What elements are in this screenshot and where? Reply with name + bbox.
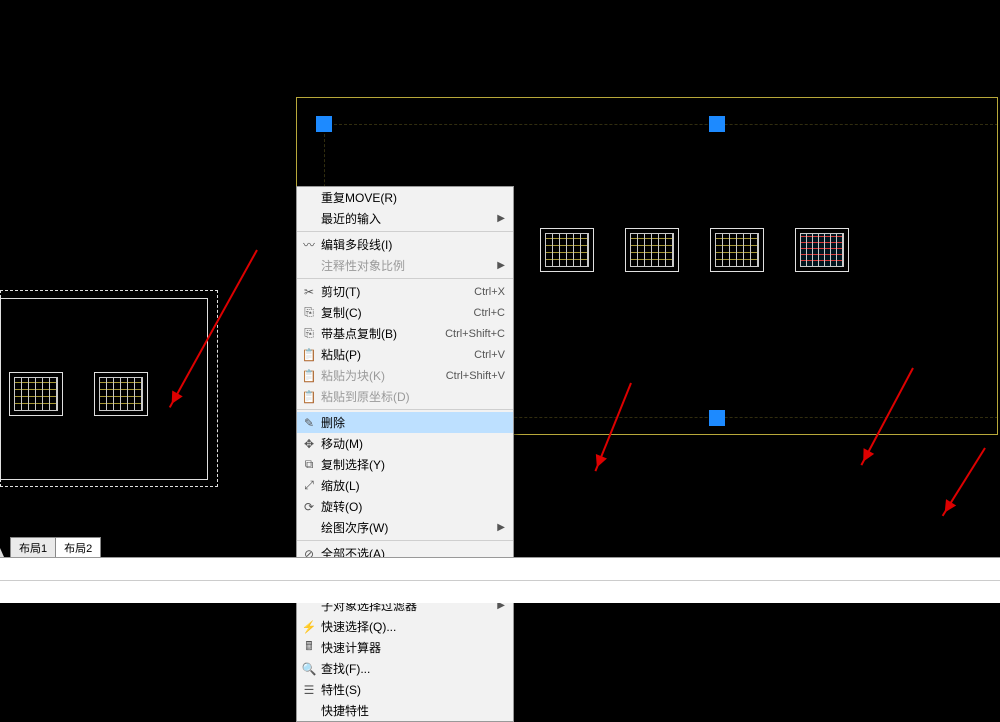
layout-tab[interactable]: 布局1 xyxy=(10,537,56,558)
grip-tr[interactable] xyxy=(709,116,725,132)
layout-tabs: 布局1布局2 xyxy=(0,540,101,558)
menu-item[interactable]: 快捷特性 xyxy=(297,700,513,721)
menu-item[interactable]: ⎘复制(C)Ctrl+C xyxy=(297,302,513,323)
menu-item[interactable]: ⎘带基点复制(B)Ctrl+Shift+C xyxy=(297,323,513,344)
menu-item-label: 注释性对象比例 xyxy=(321,257,497,274)
calc-icon: 🖩 xyxy=(297,637,321,658)
cut-icon: ✂ xyxy=(297,281,321,302)
menu-item[interactable]: ✥移动(M) xyxy=(297,433,513,454)
menu-item[interactable]: ⧉复制选择(Y) xyxy=(297,454,513,475)
menu-item-label: 移动(M) xyxy=(321,435,505,452)
annotation-arrow xyxy=(942,447,986,516)
submenu-arrow-icon: ▶ xyxy=(497,260,505,271)
menu-item-label: 粘贴(P) xyxy=(321,346,474,363)
menu-item-label: 绘图次序(W) xyxy=(321,519,497,536)
menu-item[interactable]: 绘图次序(W)▶ xyxy=(297,517,513,538)
copys-icon: ⧉ xyxy=(297,454,321,475)
menu-item: 📋粘贴为块(K)Ctrl+Shift+V xyxy=(297,365,513,386)
pline-icon: 〰 xyxy=(297,234,321,255)
menu-item[interactable]: ☰特性(S) xyxy=(297,679,513,700)
menu-item: 注释性对象比例▶ xyxy=(297,255,513,276)
menu-item-label: 重复MOVE(R) xyxy=(321,189,505,206)
qsel-icon: ⚡ xyxy=(297,616,321,637)
menu-item-label: 带基点复制(B) xyxy=(321,325,445,342)
blank-icon xyxy=(297,517,321,538)
grip-br[interactable] xyxy=(709,410,725,426)
layout-tab[interactable]: 布局2 xyxy=(55,537,101,558)
menu-item-label: 删除 xyxy=(321,414,505,431)
drawing-area[interactable]: 重复MOVE(R)最近的输入▶〰编辑多段线(I)注释性对象比例▶✂剪切(T)Ct… xyxy=(0,0,1000,607)
menu-item[interactable]: 重复MOVE(R) xyxy=(297,187,513,208)
menu-item-label: 编辑多段线(I) xyxy=(321,236,505,253)
menu-item-shortcut: Ctrl+C xyxy=(474,307,505,319)
blank-icon xyxy=(297,187,321,208)
context-menu: 重复MOVE(R)最近的输入▶〰编辑多段线(I)注释性对象比例▶✂剪切(T)Ct… xyxy=(296,186,514,722)
menu-item[interactable]: 🔍查找(F)... xyxy=(297,658,513,679)
menu-item-label: 快速计算器 xyxy=(321,639,505,656)
plan-thumb[interactable] xyxy=(710,228,764,272)
find-icon: 🔍 xyxy=(297,658,321,679)
menu-item[interactable]: ⤢缩放(L) xyxy=(297,475,513,496)
menu-item: 📋粘贴到原坐标(D) xyxy=(297,386,513,407)
menu-item[interactable]: ⚡快速选择(Q)... xyxy=(297,616,513,637)
menu-item-label: 特性(S) xyxy=(321,681,505,698)
grip-tl[interactable] xyxy=(316,116,332,132)
plan-thumb[interactable] xyxy=(94,372,148,416)
menu-item[interactable]: ✂剪切(T)Ctrl+X xyxy=(297,281,513,302)
menu-item-label: 复制(C) xyxy=(321,304,474,321)
menu-item-shortcut: Ctrl+V xyxy=(474,349,505,361)
plan-thumb[interactable] xyxy=(9,372,63,416)
menu-item-label: 查找(F)... xyxy=(321,660,505,677)
pasteb-icon: 📋 xyxy=(297,365,321,386)
command-panel[interactable] xyxy=(0,557,1000,603)
menu-item-label: 复制选择(Y) xyxy=(321,456,505,473)
menu-item-shortcut: Ctrl+Shift+C xyxy=(445,328,505,340)
menu-item[interactable]: 📋粘贴(P)Ctrl+V xyxy=(297,344,513,365)
rot-icon: ⟳ xyxy=(297,496,321,517)
menu-item-label: 粘贴到原坐标(D) xyxy=(321,388,505,405)
menu-item-shortcut: Ctrl+X xyxy=(474,286,505,298)
paste0-icon: 📋 xyxy=(297,386,321,407)
blank-icon xyxy=(297,255,321,276)
menu-item-label: 缩放(L) xyxy=(321,477,505,494)
menu-item[interactable]: ✎删除 xyxy=(297,412,513,433)
menu-item[interactable]: 最近的输入▶ xyxy=(297,208,513,229)
menu-item-label: 最近的输入 xyxy=(321,210,497,227)
submenu-arrow-icon: ▶ xyxy=(497,522,505,533)
paste-icon: 📋 xyxy=(297,344,321,365)
menu-item-shortcut: Ctrl+Shift+V xyxy=(446,370,505,382)
layout-tabs-area: 布局1布局2 xyxy=(0,540,1000,602)
submenu-arrow-icon: ▶ xyxy=(497,213,505,224)
menu-item-label: 快捷特性 xyxy=(321,702,505,719)
menu-item[interactable]: 〰编辑多段线(I) xyxy=(297,234,513,255)
blank-icon xyxy=(297,700,321,721)
prop-icon: ☰ xyxy=(297,679,321,700)
copyb-icon: ⎘ xyxy=(297,323,321,344)
plan-thumb[interactable] xyxy=(625,228,679,272)
menu-item-label: 旋转(O) xyxy=(321,498,505,515)
scale-icon: ⤢ xyxy=(297,475,321,496)
menu-item[interactable]: ⟳旋转(O) xyxy=(297,496,513,517)
blank-icon xyxy=(297,208,321,229)
menu-item[interactable]: 🖩快速计算器 xyxy=(297,637,513,658)
copy-icon: ⎘ xyxy=(297,302,321,323)
move-icon: ✥ xyxy=(297,433,321,454)
plan-thumb[interactable] xyxy=(540,228,594,272)
erase-icon: ✎ xyxy=(297,412,321,433)
menu-item-label: 快速选择(Q)... xyxy=(321,618,505,635)
menu-item-label: 粘贴为块(K) xyxy=(321,367,446,384)
menu-item-label: 剪切(T) xyxy=(321,283,474,300)
plan-thumb[interactable] xyxy=(795,228,849,272)
